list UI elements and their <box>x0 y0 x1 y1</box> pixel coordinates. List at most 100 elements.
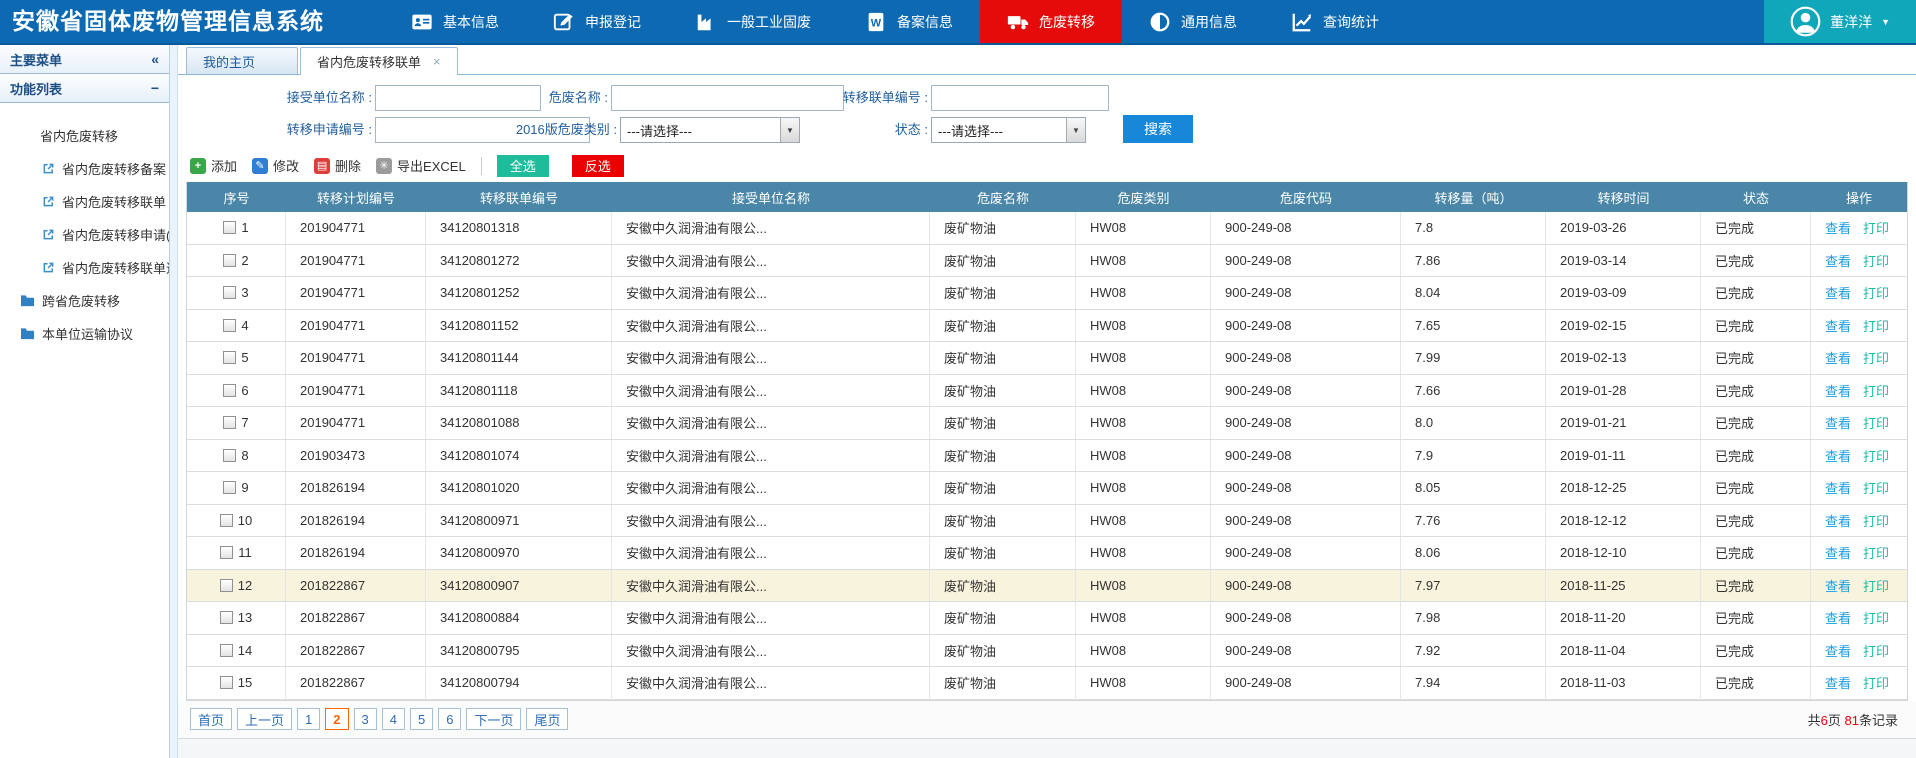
nav-item-truck[interactable]: 危废转移 <box>980 0 1122 43</box>
row-checkbox[interactable] <box>220 546 233 559</box>
manifest-no-input[interactable] <box>931 85 1109 111</box>
print-link[interactable]: 打印 <box>1863 478 1889 497</box>
view-link[interactable]: 查看 <box>1825 608 1851 627</box>
row-checkbox[interactable] <box>220 514 233 527</box>
view-link[interactable]: 查看 <box>1825 251 1851 270</box>
view-link[interactable]: 查看 <box>1825 381 1851 400</box>
row-checkbox[interactable] <box>223 351 236 364</box>
print-link[interactable]: 打印 <box>1863 511 1889 530</box>
sidebar-item[interactable]: 省内危废转移申请(已 <box>0 218 169 251</box>
sidebar-item[interactable]: 省内危废转移联单 <box>0 185 169 218</box>
view-link[interactable]: 查看 <box>1825 543 1851 562</box>
add-button[interactable]: + 添加 <box>190 156 237 175</box>
sidebar-item-label: 省内危废转移申请(已 <box>62 225 169 244</box>
sidebar-splitter[interactable] <box>170 45 178 758</box>
print-link[interactable]: 打印 <box>1863 251 1889 270</box>
minimize-panel-icon[interactable]: − <box>151 80 159 96</box>
row-checkbox[interactable] <box>223 481 236 494</box>
view-link[interactable]: 查看 <box>1825 576 1851 595</box>
export-icon: ✳ <box>376 158 392 174</box>
tab-inactive[interactable]: 我的主页 <box>186 47 298 74</box>
page-number-button[interactable]: 5 <box>410 708 433 730</box>
row-checkbox[interactable] <box>223 286 236 299</box>
export-excel-button[interactable]: ✳ 导出EXCEL <box>376 156 466 175</box>
nav-item-id-card[interactable]: 基本信息 <box>384 0 526 43</box>
waste-category-select[interactable]: ---请选择--- ▼ <box>620 117 800 143</box>
print-link[interactable]: 打印 <box>1863 576 1889 595</box>
print-link[interactable]: 打印 <box>1863 381 1889 400</box>
print-link[interactable]: 打印 <box>1863 348 1889 367</box>
print-link[interactable]: 打印 <box>1863 316 1889 335</box>
page-last-button[interactable]: 尾页 <box>526 708 568 730</box>
nav-item-contrast[interactable]: 通用信息 <box>1122 0 1264 43</box>
view-link[interactable]: 查看 <box>1825 283 1851 302</box>
print-link[interactable]: 打印 <box>1863 673 1889 692</box>
page-next-button[interactable]: 下一页 <box>466 708 521 730</box>
invert-selection-button[interactable]: 反选 <box>572 155 624 177</box>
row-checkbox[interactable] <box>223 319 236 332</box>
page-number-button[interactable]: 1 <box>297 708 320 730</box>
print-link[interactable]: 打印 <box>1863 283 1889 302</box>
page-first-button[interactable]: 首页 <box>190 708 232 730</box>
sidebar-item[interactable]: 省内危废转移 <box>0 119 169 152</box>
row-checkbox[interactable] <box>220 676 233 689</box>
total-records: 81 <box>1845 713 1859 728</box>
tab-active[interactable]: 省内危废转移联单× <box>300 47 458 75</box>
search-button[interactable]: 搜索 <box>1123 115 1193 143</box>
cell-waste-name: 废矿物油 <box>930 505 1076 537</box>
nav-item-factory[interactable]: 一般工业固废 <box>668 0 838 43</box>
tab-close-icon[interactable]: × <box>433 55 441 68</box>
print-link[interactable]: 打印 <box>1863 413 1889 432</box>
collapse-sidebar-icon[interactable]: « <box>151 51 159 67</box>
export-label: 导出EXCEL <box>397 156 466 175</box>
print-link[interactable]: 打印 <box>1863 608 1889 627</box>
sidebar-item[interactable]: 省内危废转移备案 <box>0 152 169 185</box>
row-checkbox[interactable] <box>223 254 236 267</box>
sidebar-item[interactable]: 跨省危废转移 <box>0 284 169 317</box>
page-number-button[interactable]: 6 <box>438 708 461 730</box>
view-link[interactable]: 查看 <box>1825 511 1851 530</box>
row-checkbox[interactable] <box>223 221 236 234</box>
row-checkbox[interactable] <box>220 579 233 592</box>
view-link[interactable]: 查看 <box>1825 641 1851 660</box>
print-link[interactable]: 打印 <box>1863 446 1889 465</box>
cell-waste-name: 废矿物油 <box>930 602 1076 634</box>
page-number-button[interactable]: 4 <box>382 708 405 730</box>
nav-item-edit[interactable]: 申报登记 <box>526 0 668 43</box>
print-link[interactable]: 打印 <box>1863 543 1889 562</box>
delete-button[interactable]: ▤ 删除 <box>314 156 361 175</box>
view-link[interactable]: 查看 <box>1825 413 1851 432</box>
page-prev-button[interactable]: 上一页 <box>237 708 292 730</box>
view-link[interactable]: 查看 <box>1825 446 1851 465</box>
row-checkbox[interactable] <box>223 416 236 429</box>
row-checkbox[interactable] <box>223 384 236 397</box>
row-checkbox[interactable] <box>220 644 233 657</box>
row-checkbox[interactable] <box>220 611 233 624</box>
waste-name-input[interactable] <box>611 85 844 111</box>
print-link[interactable]: 打印 <box>1863 218 1889 237</box>
select-all-button[interactable]: 全选 <box>497 155 549 177</box>
cell-quantity: 8.0 <box>1401 407 1546 439</box>
modify-button[interactable]: ✎ 修改 <box>252 156 299 175</box>
receiver-name-input[interactable] <box>375 85 541 111</box>
page-number-button[interactable]: 2 <box>325 708 348 730</box>
sidebar-item[interactable]: 省内危废转移联单退 <box>0 251 169 284</box>
cell-plan-no: 201904771 <box>286 375 426 407</box>
row-select-cell: 3 <box>187 277 286 309</box>
print-link[interactable]: 打印 <box>1863 641 1889 660</box>
view-link[interactable]: 查看 <box>1825 673 1851 692</box>
view-link[interactable]: 查看 <box>1825 218 1851 237</box>
sidebar-item[interactable]: 本单位运输协议 <box>0 317 169 350</box>
cell-date: 2019-01-11 <box>1546 440 1701 472</box>
page-number-button[interactable]: 3 <box>354 708 377 730</box>
view-link[interactable]: 查看 <box>1825 316 1851 335</box>
view-link[interactable]: 查看 <box>1825 478 1851 497</box>
row-checkbox[interactable] <box>223 449 236 462</box>
view-link[interactable]: 查看 <box>1825 348 1851 367</box>
user-menu[interactable]: 董洋洋 ▼ <box>1764 0 1916 43</box>
cell-plan-no: 201826194 <box>286 472 426 504</box>
nav-item-chart[interactable]: 查询统计 <box>1264 0 1406 43</box>
nav-item-doc-w[interactable]: W备案信息 <box>838 0 980 43</box>
column-header: 转移计划编号 <box>286 182 426 212</box>
status-select[interactable]: ---请选择--- ▼ <box>931 117 1086 143</box>
